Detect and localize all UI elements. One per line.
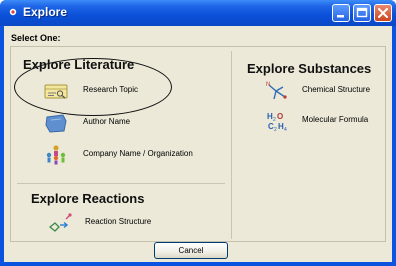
explore-reactions-title: Explore Reactions — [31, 191, 145, 206]
author-name-icon — [45, 114, 67, 133]
company-org-label: Company Name / Organization — [83, 149, 193, 158]
author-name-label: Author Name — [83, 117, 131, 126]
research-topic-label: Research Topic — [83, 85, 138, 94]
select-prompt: Select One: — [11, 33, 61, 43]
explore-substances-title: Explore Substances — [247, 61, 372, 76]
chemical-structure-label: Chemical Structure — [302, 85, 371, 94]
molecular-formula-label: Molecular Formula — [302, 115, 369, 124]
maximize-button[interactable] — [353, 4, 371, 22]
molecular-formula-icon: H 2 O C 2 H 4 — [267, 112, 287, 133]
app-icon — [9, 8, 17, 16]
maximize-icon — [356, 7, 368, 18]
horizontal-divider — [17, 183, 225, 184]
close-button[interactable] — [374, 4, 392, 22]
vertical-divider — [231, 51, 232, 239]
svg-text:N: N — [266, 82, 270, 88]
reaction-structure-label: Reaction Structure — [85, 217, 152, 226]
title-bar[interactable]: Explore — [0, 0, 396, 26]
explore-window: Explore Select One: Explore Literature R… — [0, 0, 396, 266]
reaction-structure-icon — [48, 213, 72, 232]
close-icon — [378, 8, 388, 18]
dialog-body: Select One: Explore Literature Research … — [4, 26, 392, 262]
company-org-icon — [46, 145, 66, 165]
chemical-structure-icon: N — [266, 82, 287, 100]
svg-text:2: 2 — [274, 127, 277, 133]
cancel-button[interactable]: Cancel — [154, 242, 228, 259]
explore-options-panel: Explore Literature Research Topic Author… — [10, 46, 386, 242]
research-topic-icon — [44, 84, 68, 99]
svg-text:O: O — [277, 112, 283, 121]
svg-text:4: 4 — [284, 127, 287, 133]
minimize-icon — [337, 15, 344, 18]
explore-literature-title: Explore Literature — [23, 57, 135, 72]
minimize-button[interactable] — [332, 4, 350, 22]
window-title: Explore — [23, 5, 68, 19]
